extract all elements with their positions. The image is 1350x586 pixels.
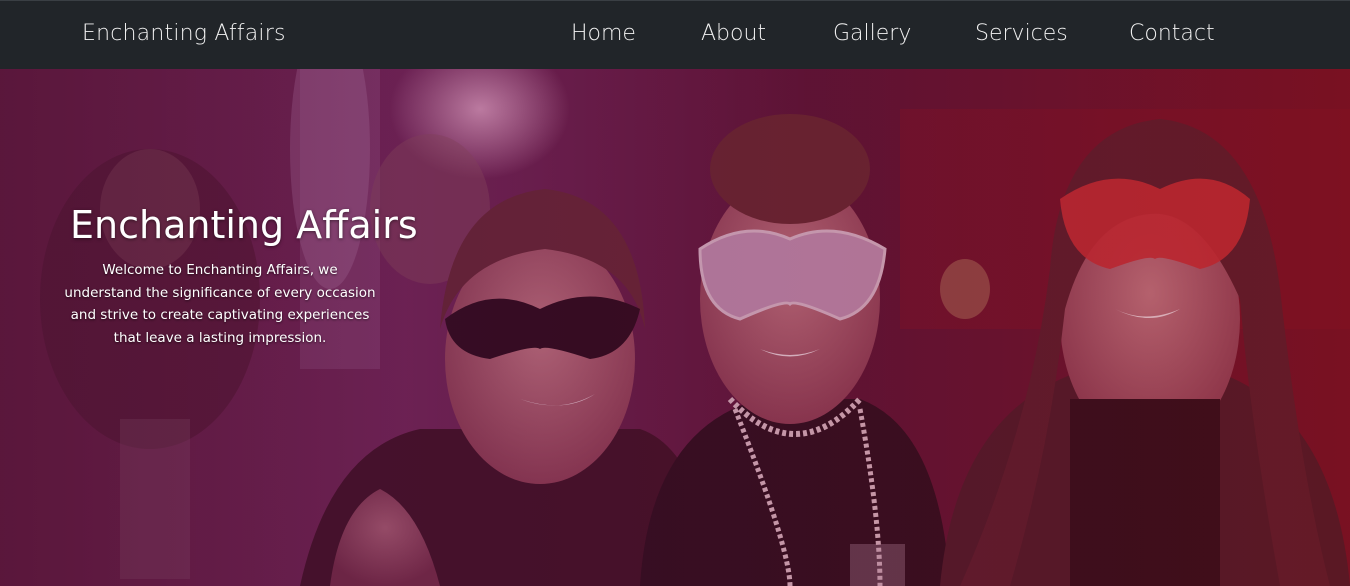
nav-link-gallery[interactable]: Gallery xyxy=(833,21,911,46)
nav-links: Home About Gallery Services Contact xyxy=(0,1,1350,70)
navbar: Enchanting Affairs Home About Gallery Se… xyxy=(0,0,1350,69)
nav-link-services[interactable]: Services xyxy=(975,21,1068,46)
hero-description: Welcome to Enchanting Affairs, we unders… xyxy=(64,262,376,346)
hero-section: Enchanting Affairs Welcome to Enchanting… xyxy=(0,69,1350,586)
hero-title: Enchanting Affairs xyxy=(70,203,418,247)
nav-link-home[interactable]: Home xyxy=(571,21,636,46)
nav-link-contact[interactable]: Contact xyxy=(1129,21,1215,46)
nav-link-about[interactable]: About xyxy=(701,21,766,46)
